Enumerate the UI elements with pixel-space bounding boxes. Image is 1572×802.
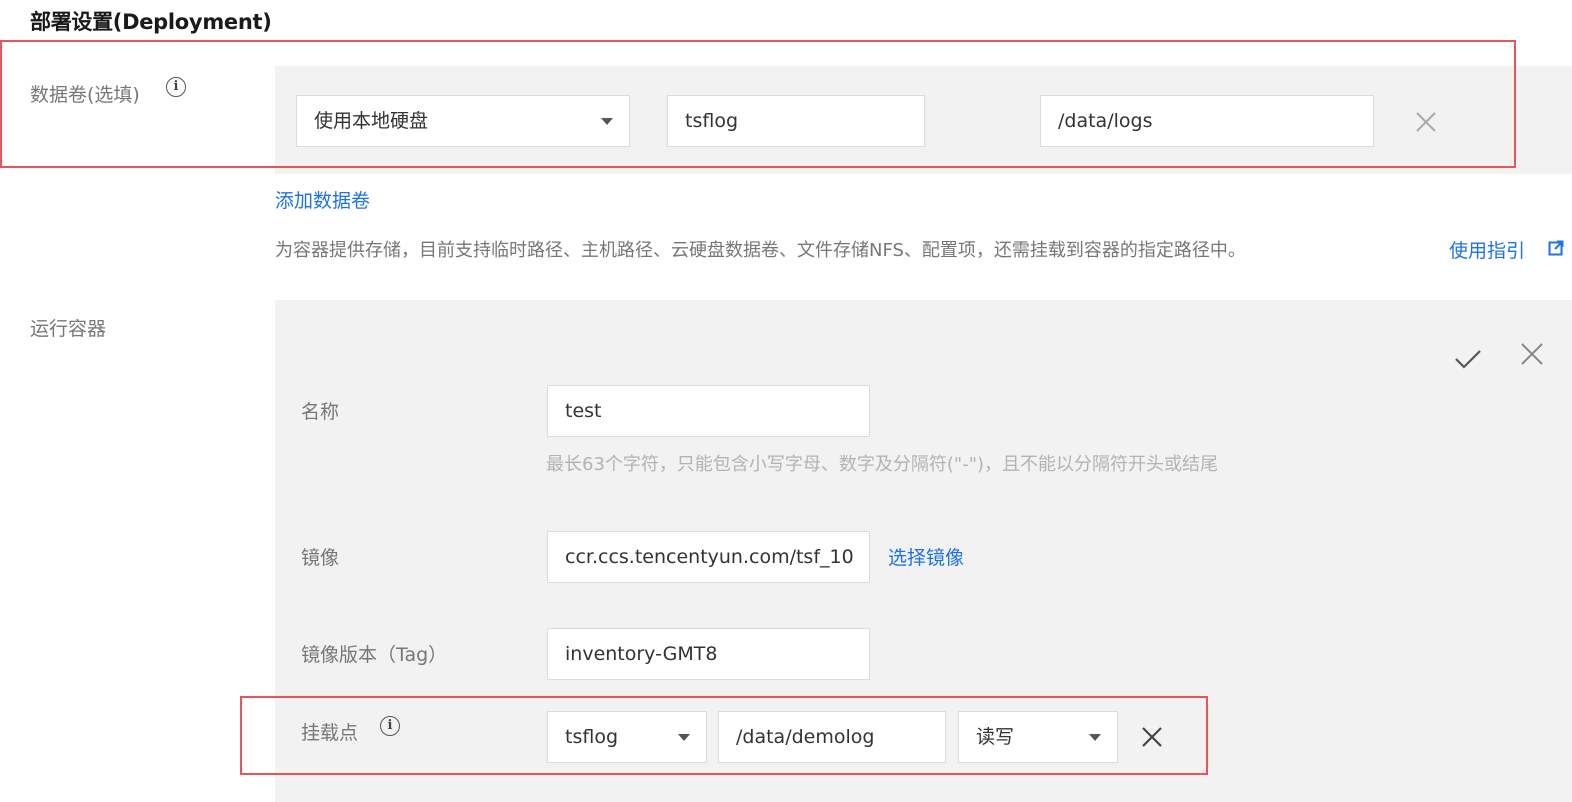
close-icon[interactable] bbox=[1518, 340, 1546, 372]
container-section-label: 运行容器 bbox=[30, 318, 107, 340]
container-name-input[interactable]: test bbox=[547, 385, 870, 437]
select-image-link[interactable]: 选择镜像 bbox=[888, 543, 964, 570]
add-volume-link[interactable]: 添加数据卷 bbox=[275, 186, 370, 213]
page-title: 部署设置(Deployment) bbox=[30, 10, 272, 34]
tag-input[interactable]: inventory-GMT8 bbox=[547, 628, 870, 680]
external-link-icon[interactable] bbox=[1548, 240, 1564, 260]
container-name-label: 名称 bbox=[301, 401, 340, 423]
volume-highlight-box bbox=[0, 40, 1516, 168]
guide-link[interactable]: 使用指引 bbox=[1449, 236, 1525, 263]
volume-description: 为容器提供存储，目前支持临时路径、主机路径、云硬盘数据卷、文件存储NFS、配置项… bbox=[275, 240, 1246, 261]
container-name-hint: 最长63个字符，只能包含小写字母、数字及分隔符("-")，且不能以分隔符开头或结… bbox=[546, 454, 1218, 475]
tag-label: 镜像版本（Tag） bbox=[301, 644, 448, 666]
image-label: 镜像 bbox=[301, 547, 340, 569]
image-input[interactable]: ccr.ccs.tencentyun.com/tsf_10 bbox=[547, 531, 870, 583]
mount-highlight-box bbox=[240, 696, 1208, 775]
check-icon[interactable] bbox=[1453, 344, 1483, 378]
